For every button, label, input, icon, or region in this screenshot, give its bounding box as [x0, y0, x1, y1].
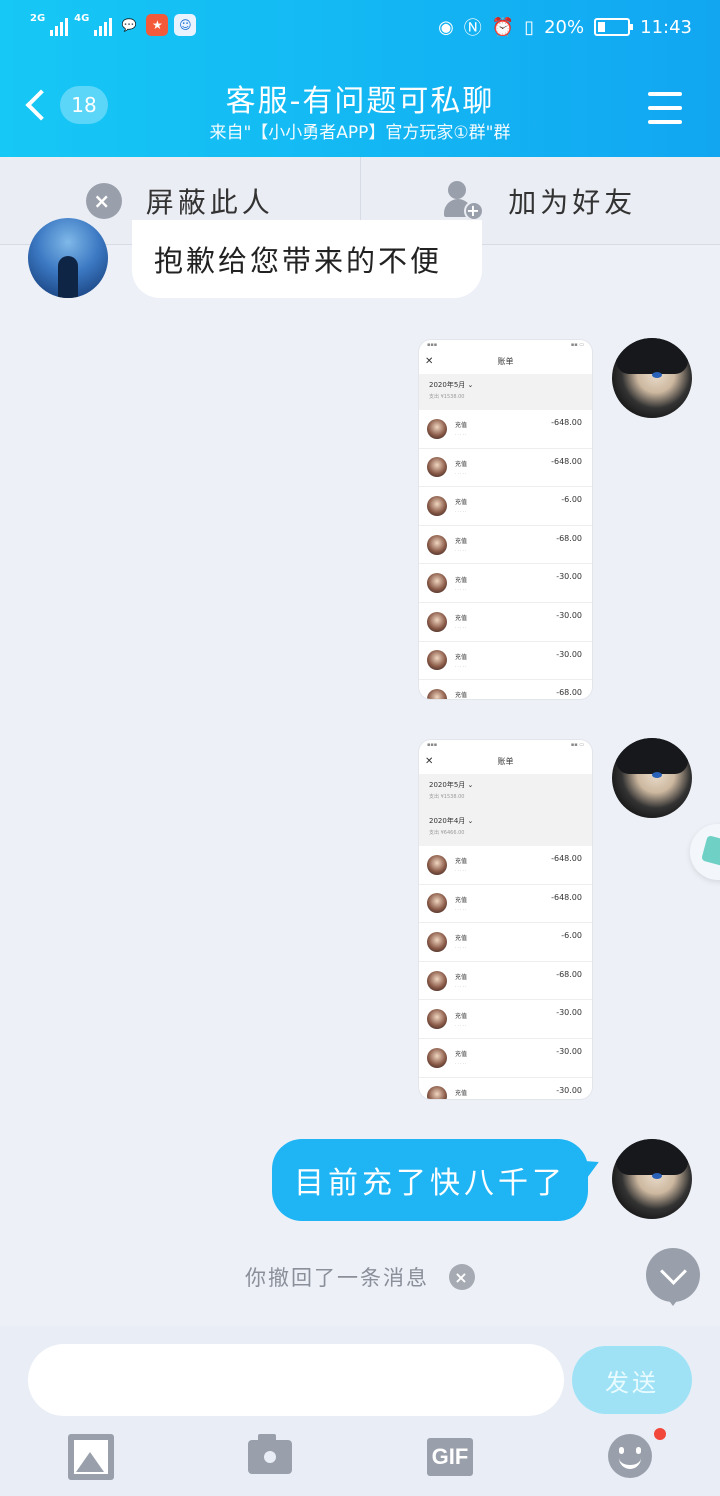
sent-image-bill-screenshot[interactable]: ▪▪▪ ▪▪ ▭ ✕ 账单 2020年5月 ⌄ 支出 ¥1538.00 充值 · · …	[419, 340, 592, 699]
my-avatar[interactable]	[612, 738, 692, 818]
bill-row-amount: -68.00	[556, 688, 582, 698]
bill-title: 账单	[497, 357, 514, 366]
sent-image-bill-screenshot[interactable]: ▪▪▪ ▪▪ ▭ ✕ 账单 2020年5月 ⌄ 支出 ¥1538.00 2020年4…	[419, 740, 592, 1099]
chat-subtitle: 来自"【小小勇者APP】官方玩家①群"群	[209, 123, 511, 143]
send-button[interactable]: 发送	[572, 1346, 692, 1414]
bill-month-label: 2020年5月 ⌄	[429, 381, 474, 389]
camera-icon[interactable]	[248, 1434, 294, 1480]
bill-row: 充值 · · · · · -648.00	[419, 449, 592, 488]
battery-percent: 20%	[544, 16, 585, 38]
bill-row-amount: -68.00	[556, 533, 582, 543]
bill-month-label: 2020年5月 ⌄	[429, 781, 474, 789]
bill-row-amount: -30.00	[556, 649, 582, 659]
bill-row-amount: -648.00	[551, 854, 582, 863]
battery-icon	[594, 18, 634, 36]
bill-row: 充值· · · · ·-30.00	[419, 1039, 592, 1078]
bill-month-summary: 支出 ¥6466.00	[429, 830, 465, 836]
bill-row-amount: -648.00	[551, 892, 582, 902]
alarm-icon: ⏰	[491, 16, 515, 38]
signal-icon: 2G	[30, 14, 69, 36]
close-icon: ✕	[425, 356, 434, 367]
game-app-icon: ★	[146, 14, 169, 36]
block-user-label: 屏蔽此人	[145, 185, 274, 219]
image-icon[interactable]	[68, 1434, 114, 1480]
bill-row: 充值 · · · · · -6.00	[419, 487, 592, 526]
bill-row-amount: -648.00	[551, 418, 582, 427]
nfc-icon: Ⓝ	[463, 18, 482, 39]
bill-row: 充值· · · · ·-68.00	[419, 962, 592, 1001]
bill-row-amount: -68.00	[556, 969, 582, 979]
bill-month-header: 2020年5月 ⌄ 支出 ¥1538.00	[419, 774, 592, 810]
close-icon: ✕	[425, 756, 434, 767]
status-bar: 2G 4G 💬 ★ ☺ ◉ Ⓝ ⏰ ▯ 20% 11:43	[0, 0, 720, 58]
input-toolbar: GIF	[0, 1434, 720, 1484]
incoming-message-bubble[interactable]: 抱歉给您带来的不便	[132, 220, 482, 298]
bill-row: 充值 · · · · · -648.00	[419, 410, 592, 449]
bill-row: 充值· · · · ·-68.00	[419, 526, 592, 565]
bill-row-amount: -30.00	[556, 1046, 582, 1056]
network-type-label: 4G	[74, 13, 90, 24]
bill-month-label: 2020年4月 ⌄	[429, 817, 474, 825]
message-input[interactable]	[28, 1344, 564, 1416]
emoji-icon[interactable]	[608, 1434, 652, 1478]
bill-title: 账单	[497, 757, 514, 766]
vibrate-icon: ▯	[524, 16, 535, 38]
message-input-area: 发送 GIF	[0, 1326, 720, 1496]
add-friend-label: 加为好友	[508, 185, 637, 219]
bill-row: 充值 · · · · · -648.00	[419, 885, 592, 924]
bill-row-amount: -6.00	[561, 495, 582, 505]
network-type-label: 2G	[30, 13, 46, 24]
bill-row: 充值· · · · ·-30.00	[419, 1000, 592, 1039]
bill-row-amount: -30.00	[556, 1008, 582, 1018]
bill-month-summary: 支出 ¥1538.00	[429, 794, 465, 800]
bill-month-header: 2020年5月 ⌄ 支出 ¥1538.00	[419, 374, 592, 410]
bill-row: 充值· · · · ·-30.00	[419, 1078, 592, 1099]
signal-icon: 4G	[74, 14, 113, 36]
other-user-avatar[interactable]	[28, 218, 108, 298]
clock: 11:43	[640, 16, 692, 38]
scroll-to-bottom-button[interactable]	[646, 1248, 700, 1306]
message-app-icon: 💬	[121, 18, 137, 32]
floating-assistant-icon[interactable]	[690, 824, 720, 880]
recall-notice: 你撤回了一条消息 ×	[0, 1262, 720, 1292]
status-right: ◉ Ⓝ ⏰ ▯ 20% 11:43	[438, 14, 692, 40]
bill-month-summary: 支出 ¥1538.00	[429, 394, 465, 400]
bill-row-amount: -648.00	[551, 456, 582, 466]
bill-row: 充值· · · · ·-30.00	[419, 603, 592, 642]
close-icon[interactable]: ×	[449, 1264, 475, 1290]
chat-title: 客服-有问题可私聊	[225, 84, 495, 119]
bill-row-amount: -6.00	[561, 931, 582, 941]
bill-row: 充值 · · · · · -648.00	[419, 846, 592, 885]
bill-row-amount: -30.00	[556, 572, 582, 582]
my-avatar[interactable]	[612, 338, 692, 418]
status-left: 2G 4G 💬 ★ ☺	[30, 14, 197, 36]
bill-row-amount: -30.00	[556, 610, 582, 620]
gif-icon[interactable]: GIF	[427, 1438, 473, 1476]
bill-row: 充值· · · · ·-68.00	[419, 680, 592, 699]
outgoing-message-text: 目前充了快八千了	[294, 1166, 566, 1201]
hamburger-icon[interactable]	[648, 92, 682, 134]
my-avatar[interactable]	[612, 1139, 692, 1219]
eye-icon: ◉	[438, 16, 454, 38]
notification-dot	[654, 1428, 666, 1440]
bill-row-amount: -30.00	[556, 1085, 582, 1095]
chat-header: 2G 4G 💬 ★ ☺ ◉ Ⓝ ⏰ ▯ 20% 11:43 18 客服-有问题可…	[0, 0, 720, 157]
outgoing-message-bubble[interactable]: 目前充了快八千了	[272, 1139, 588, 1221]
bill-row: 充值· · · · ·-30.00	[419, 642, 592, 681]
block-icon: ×	[85, 182, 122, 219]
recall-notice-text: 你撤回了一条消息	[245, 1266, 429, 1290]
assistant-app-icon: ☺	[174, 14, 197, 36]
bill-month-header: 2020年4月 ⌄ 支出 ¥6466.00	[419, 810, 592, 846]
bill-row: 充值 · · · · · -6.00	[419, 923, 592, 962]
add-friend-icon: +	[444, 180, 485, 221]
bill-row: 充值· · · · ·-30.00	[419, 564, 592, 603]
